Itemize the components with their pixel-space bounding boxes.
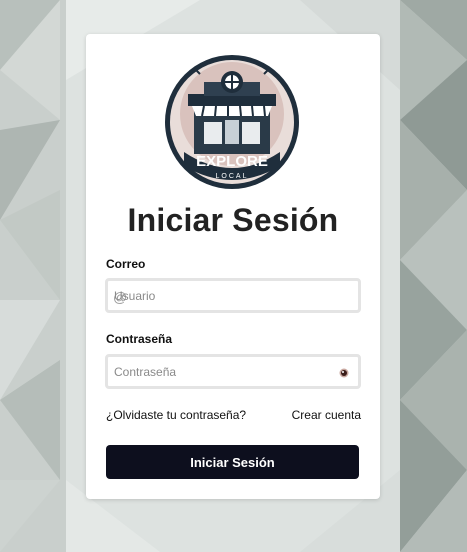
login-card: EXPLORE LOCAL Iniciar Sesión Correo @ Co… (86, 34, 380, 499)
password-label: Contraseña (106, 332, 173, 346)
email-field[interactable]: @ (105, 278, 361, 313)
password-field[interactable] (105, 354, 361, 389)
eye-icon[interactable] (339, 368, 349, 378)
logo-text-local: LOCAL (216, 173, 249, 180)
password-input[interactable] (114, 357, 334, 386)
create-account-link[interactable]: Crear cuenta (292, 408, 361, 422)
email-input[interactable] (114, 281, 334, 310)
logo-text-explore: EXPLORE (196, 153, 268, 170)
forgot-password-link[interactable]: ¿Olvidaste tu contraseña? (106, 408, 246, 422)
auth-links: ¿Olvidaste tu contraseña? Crear cuenta (106, 408, 361, 424)
email-label: Correo (106, 257, 146, 271)
explore-local-logo: EXPLORE LOCAL (165, 55, 299, 189)
login-button[interactable]: Iniciar Sesión (106, 445, 359, 479)
page-title: Iniciar Sesión (127, 202, 339, 238)
